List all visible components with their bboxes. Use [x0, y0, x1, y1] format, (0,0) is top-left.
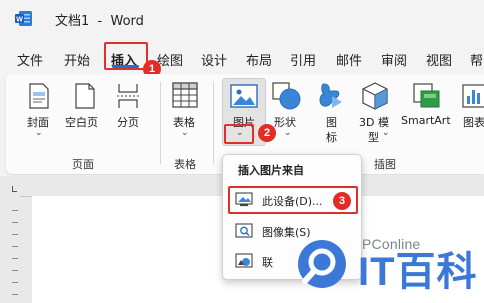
chart-label: 图表: [463, 116, 484, 129]
title-bar: W 文档1 - Word: [0, 0, 484, 38]
tab-mailings[interactable]: 邮件: [336, 50, 362, 69]
tab-view[interactable]: 视图: [426, 50, 452, 69]
group-label-illustrations: 插图: [374, 158, 396, 171]
word-logo-icon: W: [15, 11, 32, 26]
3d-model-icon: [362, 82, 388, 110]
ruler-tab-selector[interactable]: [12, 186, 17, 192]
online-pictures-icon: [235, 253, 253, 268]
group-label-tables: 表格: [174, 158, 196, 171]
picture-dropdown-highlight: [224, 124, 254, 144]
group-divider: [160, 82, 161, 164]
menu-item-label: 联: [262, 256, 273, 269]
icons-label: 图: [326, 116, 337, 129]
group-divider: [213, 82, 214, 164]
page-break-icon: [117, 84, 139, 108]
ribbon-tab-bar: 文件 开始 插入 绘图 设计 布局 引用 邮件 审阅 视图 帮: [0, 46, 484, 72]
ruler-edge: [20, 196, 32, 197]
step-badge-3: 3: [333, 192, 351, 210]
chevron-down-icon: ⌄: [284, 128, 292, 138]
page-break-label: 分页: [117, 116, 139, 129]
tab-draw[interactable]: 绘图: [157, 50, 183, 69]
magnifier-logo-icon: [298, 240, 346, 288]
svg-text:W: W: [16, 16, 23, 23]
dropdown-header: 插入图片来自: [238, 164, 304, 177]
chevron-down-icon: ⌄: [181, 128, 189, 138]
tab-home[interactable]: 开始: [64, 50, 90, 69]
blank-page-label: 空白页: [65, 116, 98, 129]
chevron-down-icon: ⌄: [35, 128, 43, 138]
tab-review[interactable]: 审阅: [381, 50, 407, 69]
table-icon: [172, 82, 198, 108]
icons-icon: [319, 83, 342, 108]
tab-file[interactable]: 文件: [17, 50, 43, 69]
window-title: 文档1 - Word: [55, 14, 144, 29]
chart-icon: [462, 84, 484, 108]
smartart-icon: [413, 83, 440, 108]
3d-models-label-line2: 型: [368, 131, 379, 144]
group-label-pages: 页面: [72, 158, 94, 171]
tab-help[interactable]: 帮: [470, 50, 483, 69]
insert-tab-highlight: [104, 42, 148, 70]
image-set-icon: [235, 223, 253, 238]
picture-icon: [230, 84, 258, 108]
vertical-ruler: [10, 200, 20, 300]
chevron-down-icon: ⌄: [382, 128, 390, 138]
tab-references[interactable]: 引用: [290, 50, 316, 69]
cover-page-icon: [29, 83, 49, 109]
smartart-label: SmartArt: [401, 114, 451, 127]
blank-page-icon: [75, 83, 95, 109]
watermark-brand: IT百科: [358, 250, 478, 294]
shapes-icon: [272, 82, 301, 110]
icons-label-line2: 标: [326, 131, 337, 144]
tab-design[interactable]: 设计: [201, 50, 227, 69]
tab-layout[interactable]: 布局: [246, 50, 272, 69]
